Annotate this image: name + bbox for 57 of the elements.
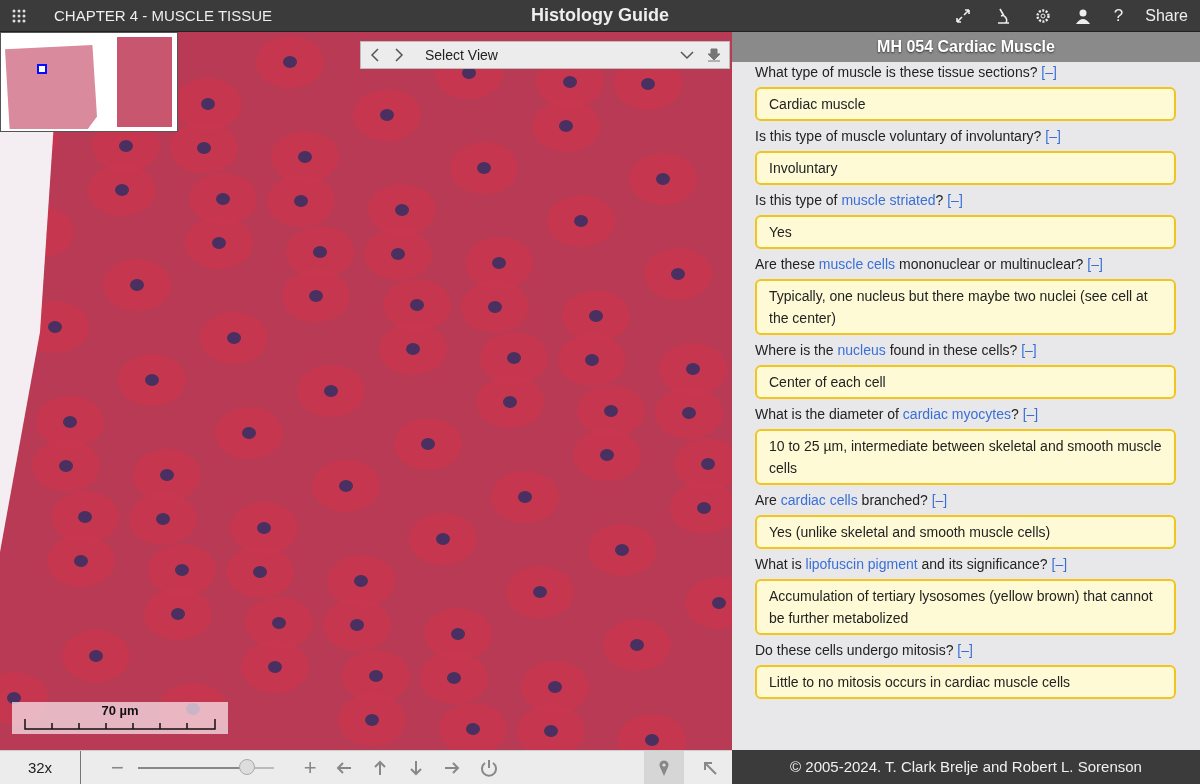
view-marker-icon <box>37 64 47 74</box>
question-text: Do these cells undergo mitosis? [–] <box>755 641 974 659</box>
glossary-link[interactable]: cardiac myocytes <box>902 406 1011 422</box>
collapse-toggle[interactable]: [–] <box>1021 342 1037 358</box>
chevron-left-icon[interactable] <box>369 47 381 63</box>
glossary-link[interactable]: nucleus <box>837 342 886 358</box>
answer-box: 10 to 25 µm, intermediate between skeletal and smooth muscle cells <box>755 429 1176 485</box>
question-text: Are cardiac cells branched? [–] <box>755 491 949 509</box>
expand-icon[interactable] <box>953 6 972 25</box>
power-icon[interactable] <box>478 757 499 778</box>
question-text: What type of muscle is these tissue sections? [–] <box>755 63 1058 81</box>
cursor-arrow-icon[interactable] <box>702 759 718 776</box>
download-icon[interactable] <box>707 48 721 62</box>
apps-grid-icon[interactable] <box>12 8 26 23</box>
answer-box: Cardiac muscle <box>755 87 1176 121</box>
question-text: Where is the nucleus found in these cells? [–] <box>755 341 1038 359</box>
collapse-toggle[interactable]: [–] <box>957 642 973 658</box>
chevron-right-icon[interactable] <box>393 47 405 63</box>
question-text: Is this type of muscle striated? [–] <box>755 191 964 209</box>
map-pin-icon <box>658 758 670 777</box>
help-button[interactable]: ? <box>1113 5 1124 26</box>
question-text: Are these muscle cells mononuclear or multinuclear? [–] <box>755 255 1104 273</box>
answer-box: Yes (unlike skeletal and smooth muscle cells) <box>755 515 1176 549</box>
app-title: Histology Guide <box>530 5 670 26</box>
collapse-toggle[interactable]: [–] <box>947 192 963 208</box>
share-button[interactable]: Share <box>1145 6 1188 25</box>
scale-label: 70 µm <box>101 703 139 718</box>
glossary-link[interactable]: muscle cells <box>818 256 896 272</box>
question-text: Is this type of muscle voluntary of involuntary? [–] <box>755 127 1062 145</box>
answer-box: Involuntary <box>755 151 1176 185</box>
collapse-toggle[interactable]: [–] <box>1051 556 1068 572</box>
zoom-level: 32x <box>0 750 81 784</box>
answer-box: Center of each cell <box>755 365 1176 399</box>
answer-box: Yes <box>755 215 1176 249</box>
collapse-toggle[interactable]: [–] <box>1087 256 1103 272</box>
answer-box: Accumulation of tertiary lysosomes (yellow brown) that cannot be further metabolized <box>755 579 1176 635</box>
glossary-link[interactable]: cardiac cells <box>780 492 858 508</box>
scale-ruler-icon <box>24 718 216 730</box>
panel-title: MH 054 Cardiac Muscle <box>732 32 1200 62</box>
copyright-footer: © 2005-2024. T. Clark Brelje and Robert L. Sorenson <box>732 750 1200 784</box>
collapse-toggle[interactable]: [–] <box>1022 406 1039 422</box>
chevron-down-icon[interactable] <box>679 49 695 61</box>
answer-box: Little to no mitosis occurs in cardiac muscle cells <box>755 665 1176 699</box>
zoom-in-button[interactable]: + <box>303 754 317 781</box>
collapse-toggle[interactable]: [–] <box>1045 128 1061 144</box>
collapse-toggle[interactable]: [–] <box>1041 64 1057 80</box>
overview-thumbnail[interactable] <box>0 32 178 132</box>
question-text: What is lipofuscin pigment and its significance? [–] <box>755 555 1069 573</box>
glossary-link[interactable]: muscle striated <box>841 192 936 208</box>
settings-icon[interactable] <box>1033 6 1052 25</box>
glossary-link[interactable]: lipofuscin pigment <box>805 556 918 572</box>
question-text: What is the diameter of cardiac myocytes? [–] <box>755 405 1040 423</box>
zoom-out-button[interactable]: − <box>111 754 124 781</box>
answer-box: Typically, one nucleus but there maybe two nuclei (see cell at the center) <box>755 279 1176 335</box>
collapse-toggle[interactable]: [–] <box>931 492 948 508</box>
chapter-title: CHAPTER 4 - MUSCLE TISSUE <box>54 7 273 24</box>
zoom-slider-handle[interactable] <box>238 758 255 775</box>
